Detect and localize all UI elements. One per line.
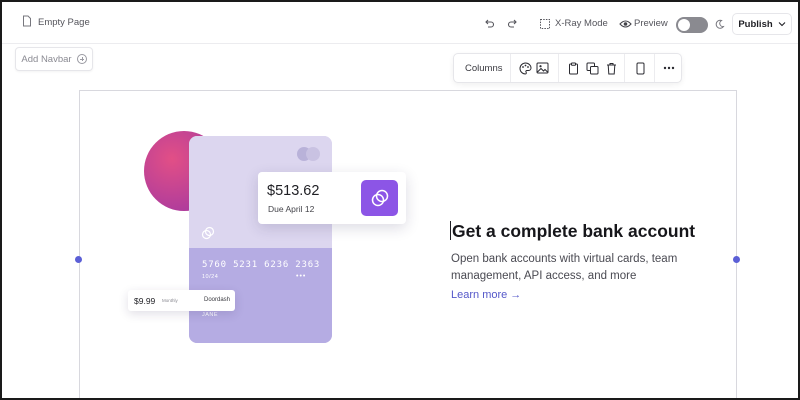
undo-icon[interactable]	[482, 17, 496, 31]
theme-toggle[interactable]	[676, 17, 708, 33]
page-icon	[22, 15, 32, 30]
text-cursor	[450, 221, 451, 240]
resize-handle-right[interactable]	[733, 256, 740, 263]
element-toolbar: Columns	[453, 53, 682, 83]
toolbar-divider	[558, 54, 559, 82]
transaction-frequency: Monthly	[162, 298, 178, 303]
more-icon[interactable]	[662, 61, 676, 75]
clipboard-icon[interactable]	[566, 61, 580, 75]
eye-icon[interactable]	[618, 17, 632, 31]
transaction-merchant: Doordash	[204, 297, 231, 303]
description-text[interactable]: Open bank accounts with virtual cards, t…	[451, 251, 711, 285]
balance-card: $513.62 Due April 12	[258, 172, 406, 224]
toolbar-divider	[510, 54, 511, 82]
publish-label: Publish	[738, 18, 773, 30]
top-bar: Empty Page X-Ray Mode Preview Publish	[2, 2, 798, 44]
xray-mode-button[interactable]: X-Ray Mode	[555, 18, 608, 29]
card-holder-name: JANE	[202, 312, 219, 318]
image-icon[interactable]	[535, 61, 549, 75]
add-navbar-button[interactable]: Add Navbar	[15, 47, 93, 71]
resize-handle-left[interactable]	[75, 256, 82, 263]
rings-icon	[361, 180, 398, 216]
chevron-down-icon	[778, 19, 786, 30]
toolbar-divider	[624, 54, 625, 82]
editor-window: Empty Page X-Ray Mode Preview Publish Ad…	[0, 0, 800, 400]
toggle-knob	[678, 19, 690, 31]
preview-button[interactable]: Preview	[634, 18, 668, 29]
card-dots: •••	[296, 273, 307, 280]
card-logo-icon	[201, 226, 215, 240]
add-navbar-label: Add Navbar	[21, 53, 72, 65]
balance-due-date: Due April 12	[268, 204, 315, 214]
virtual-card-image: 5760 5231 6236 2363 10/24 ••• JANE	[189, 136, 332, 343]
card-expiry: 10/24	[202, 274, 219, 280]
transaction-card: $9.99 Monthly Doordash	[128, 290, 235, 311]
mobile-icon[interactable]	[633, 61, 647, 75]
balance-amount: $513.62	[267, 183, 320, 199]
moon-icon[interactable]	[712, 17, 726, 31]
trash-icon[interactable]	[604, 61, 618, 75]
plus-circle-icon	[76, 54, 87, 64]
toolbar-divider	[654, 54, 655, 82]
xray-icon[interactable]	[538, 17, 552, 31]
redo-icon[interactable]	[506, 17, 520, 31]
learn-more-link[interactable]: Learn more →	[451, 289, 521, 301]
palette-icon[interactable]	[518, 61, 532, 75]
page-title-text: Empty Page	[38, 17, 90, 28]
card-network-icon	[306, 147, 320, 161]
card-number: 5760 5231 6236 2363	[202, 260, 321, 270]
copy-icon[interactable]	[585, 61, 599, 75]
page-title[interactable]: Empty Page	[22, 15, 90, 30]
publish-button[interactable]: Publish	[732, 13, 792, 35]
transaction-amount: $9.99	[134, 296, 156, 306]
columns-button[interactable]: Columns	[465, 63, 503, 74]
headline[interactable]: Get a complete bank account	[452, 221, 695, 242]
